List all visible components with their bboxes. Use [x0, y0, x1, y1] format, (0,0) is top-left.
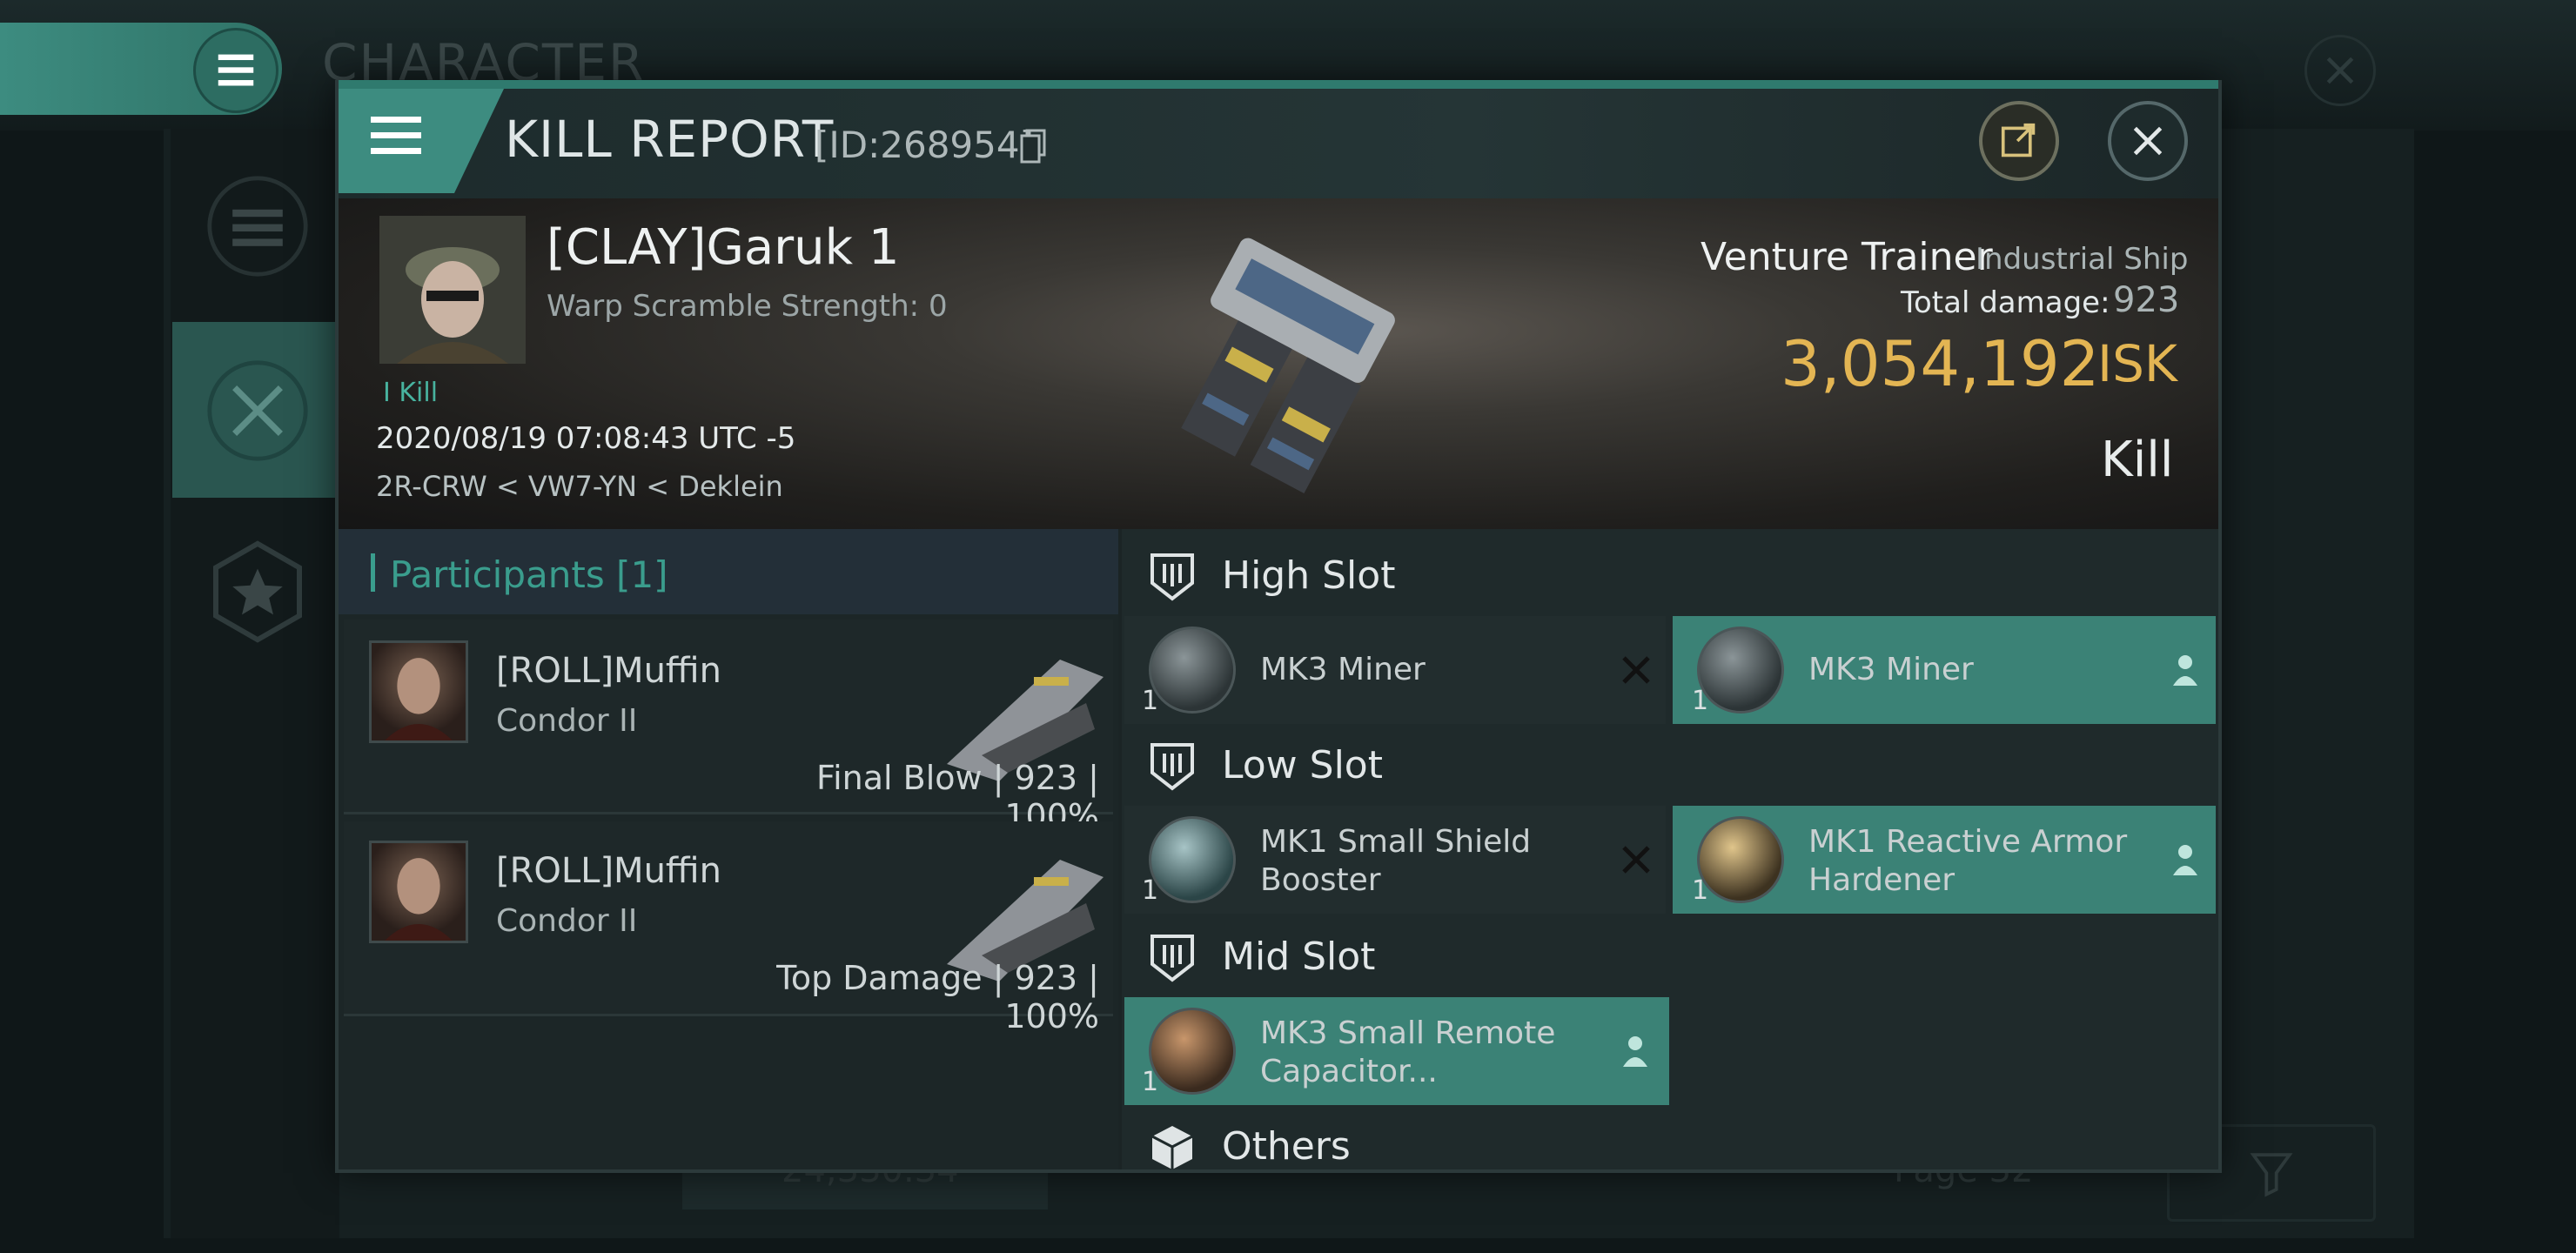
background-sidebar — [171, 129, 339, 1238]
kill-location[interactable]: 2R-CRW < VW7-YN < Deklein — [376, 470, 783, 503]
cube-icon — [1147, 1122, 1197, 1173]
item-quantity: 1 — [1142, 1067, 1159, 1097]
mid-slot-title: Mid Slot — [1222, 935, 1376, 979]
item-name: MK3 Miner — [1808, 652, 1974, 687]
star-badge-icon[interactable] — [205, 539, 310, 644]
isk-unit: ISK — [2097, 334, 2177, 393]
menu-icon[interactable] — [193, 28, 278, 113]
isk-value: 3,054,192 — [1781, 327, 2100, 400]
low-slot-title: Low Slot — [1222, 743, 1383, 787]
ship-name[interactable]: Venture Trainer — [1701, 235, 1993, 279]
item-quantity: 1 — [1692, 686, 1709, 716]
destroyed-icon — [1619, 653, 1654, 687]
copy-icon[interactable] — [1020, 129, 1046, 164]
background-close-icon[interactable] — [2304, 35, 2376, 106]
participant-stats: Top Damage | 923 | 100% — [776, 959, 1099, 1035]
item-name: MK3 Miner — [1260, 652, 1426, 687]
mid-slot-icon — [1147, 933, 1197, 983]
victim-name[interactable]: [CLAY]Garuk 1 — [547, 219, 900, 276]
person-icon — [2170, 653, 2200, 687]
participant-ship: Condor II — [496, 903, 638, 939]
result-label: Kill — [2101, 432, 2174, 488]
high-slot-icon — [1147, 552, 1197, 602]
armor-hardener-icon — [1697, 816, 1784, 903]
low-slot-icon — [1147, 741, 1197, 792]
item-quantity: 1 — [1142, 875, 1159, 906]
participant-avatar[interactable] — [369, 841, 468, 943]
share-button[interactable] — [1979, 101, 2059, 181]
high-slot-title: High Slot — [1222, 553, 1396, 598]
item-quantity: 1 — [1692, 875, 1709, 906]
close-button[interactable] — [2108, 101, 2188, 181]
miner-icon — [1149, 626, 1236, 714]
item-quantity: 1 — [1142, 686, 1159, 716]
kill-count-tag: I Kill — [383, 378, 439, 408]
total-damage-label: Total damage: — [1901, 285, 2110, 320]
miner-icon — [1697, 626, 1784, 714]
person-icon — [1620, 1034, 1650, 1069]
warp-scramble-strength: Warp Scramble Strength: 0 — [547, 289, 948, 324]
item-name: MK1 Small Shield Booster — [1260, 824, 1532, 898]
participant-ship: Condor II — [496, 703, 638, 739]
shield-booster-icon — [1149, 816, 1236, 903]
participant-name[interactable]: [ROLL]Muffin — [496, 851, 721, 891]
victim-ship-image — [1088, 209, 1488, 505]
ship-class: Industrial Ship — [1976, 242, 2189, 277]
remote-capacitor-icon — [1149, 1008, 1236, 1095]
participants-title: Participants [1] — [390, 553, 668, 596]
item-name: MK1 Reactive Armor Hardener — [1808, 824, 2128, 898]
item-name: MK3 Small Remote Capacitor... — [1260, 1015, 1556, 1089]
victim-portrait[interactable] — [379, 216, 526, 364]
destroyed-icon — [1619, 842, 1654, 877]
participant-avatar[interactable] — [369, 640, 468, 743]
kill-id: [ID:268954] — [815, 124, 1034, 166]
list-icon[interactable] — [205, 174, 310, 278]
dialog-title: KILL REPORT — [505, 110, 835, 169]
crossed-swords-icon — [205, 358, 310, 463]
kill-timestamp: 2020/08/19 07:08:43 UTC -5 — [376, 421, 796, 456]
participant-name[interactable]: [ROLL]Muffin — [496, 651, 721, 691]
total-damage-value: 923 — [2113, 280, 2180, 320]
others-title: Others — [1222, 1124, 1351, 1169]
dialog-menu-icon[interactable] — [366, 110, 426, 162]
person-icon — [2170, 842, 2200, 877]
participants-header-accent — [371, 553, 375, 592]
